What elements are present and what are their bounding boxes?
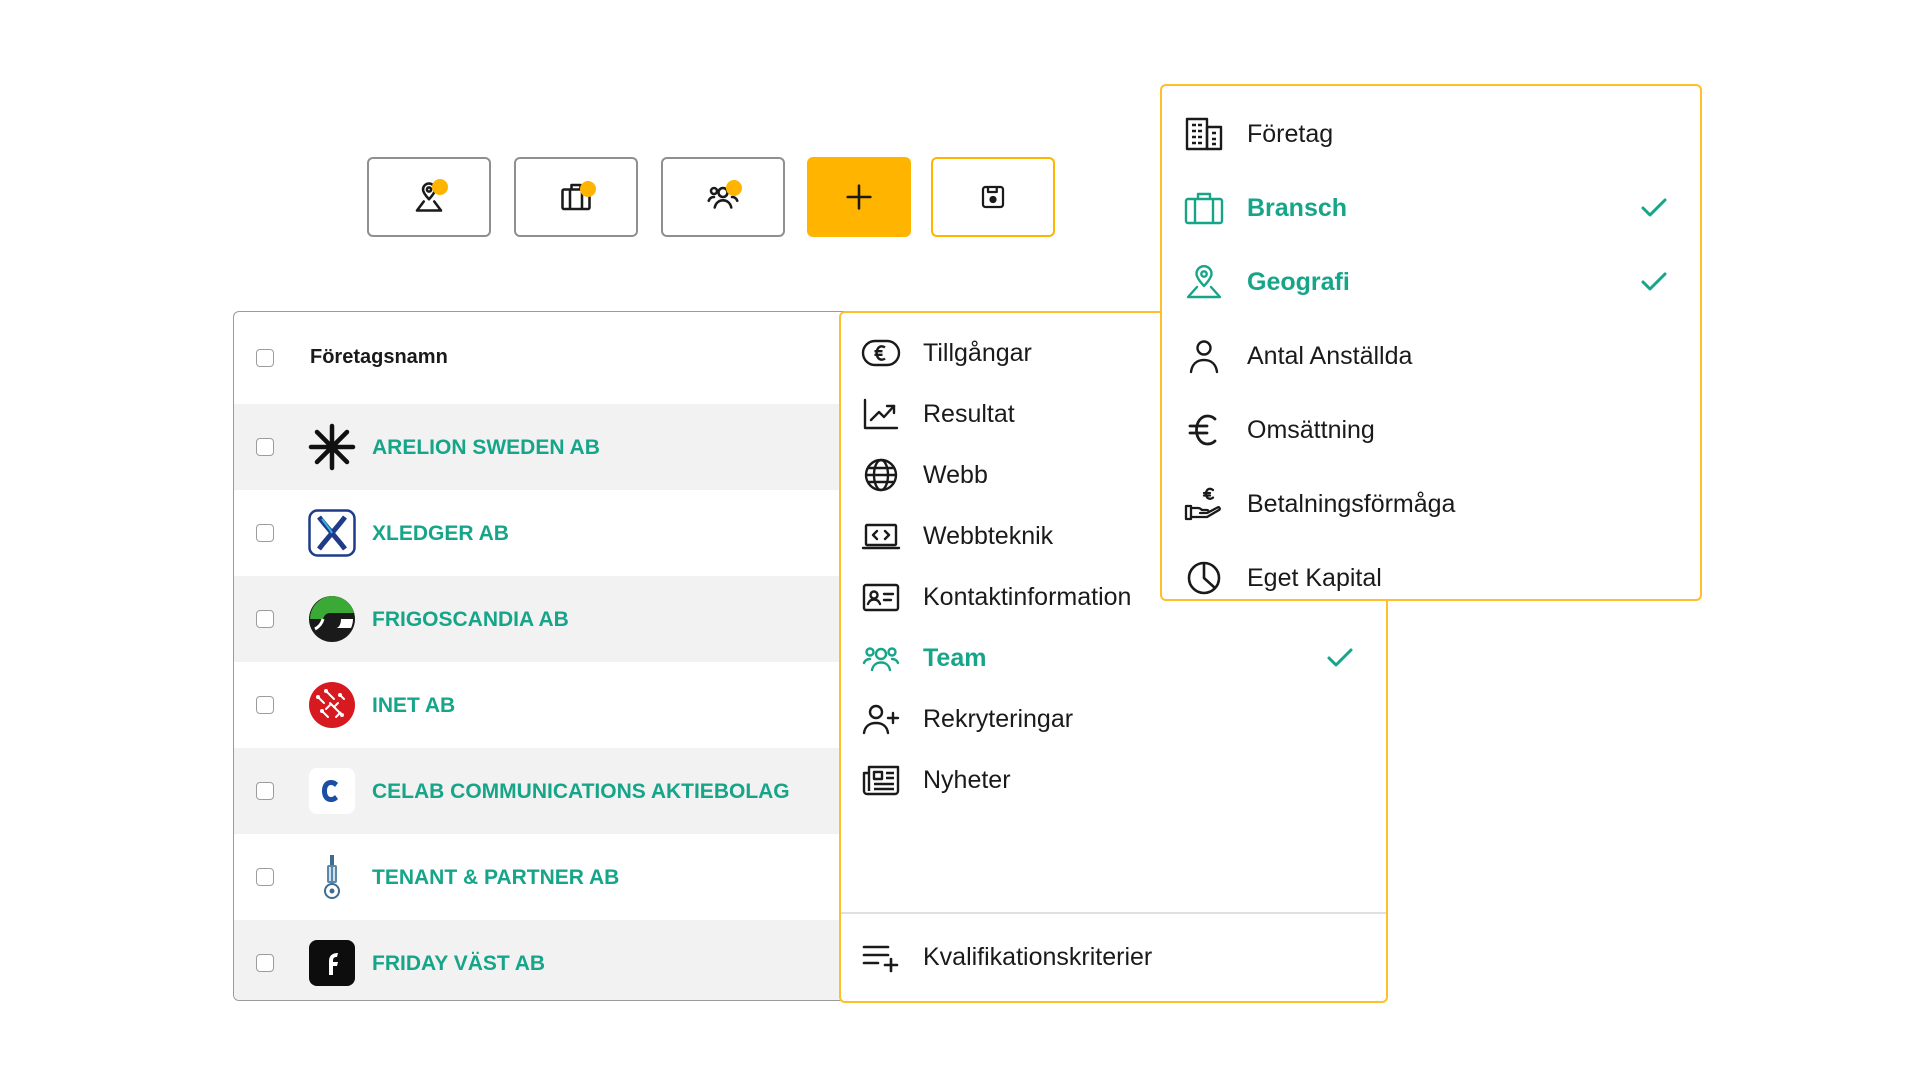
users-icon [861,640,901,676]
menu-item-rekryteringar[interactable]: Rekryteringar [841,689,1386,749]
xledger-logo [308,509,356,557]
filter-badge [580,181,596,197]
menu-item-label: Team [923,644,987,672]
trend-chart-icon [861,396,901,432]
row-checkbox[interactable] [256,954,274,972]
globe-icon [861,457,901,493]
company-name-link[interactable]: XLEDGER AB [372,522,509,546]
table-row[interactable]: FRIGOSCANDIA AB [234,576,852,662]
filter-badge [726,180,742,196]
menu-item-label: Resultat [923,400,1015,428]
menu-item-label: Tillgångar [923,339,1032,367]
team-filter-button[interactable] [661,157,785,237]
menu-item-antal-anstallda[interactable]: Antal Anställda [1162,326,1700,386]
contact-card-icon [861,579,901,615]
row-checkbox[interactable] [256,868,274,886]
menu-item-label: Webb [923,461,988,489]
euro-icon [1184,412,1224,448]
row-checkbox[interactable] [256,696,274,714]
menu-item-eget-kapital[interactable]: Eget Kapital [1162,548,1700,608]
menu-item-label: Betalningsförmåga [1247,490,1456,518]
company-name-link[interactable]: FRIDAY VÄST AB [372,952,545,976]
select-all-checkbox[interactable] [256,349,274,367]
hand-coin-icon [1184,486,1224,522]
menu-item-label: Bransch [1247,194,1348,222]
menu-item-bransch[interactable]: Bransch [1162,178,1700,238]
category-menu: Företag Bransch Geografi Antal Anställda… [1160,84,1702,601]
company-name-link[interactable]: INET AB [372,694,455,718]
menu-divider [841,912,1386,914]
table-row[interactable]: XLEDGER AB [234,490,852,576]
euro-coin-icon [861,335,901,371]
check-icon [1638,266,1670,298]
pie-chart-icon [1184,560,1224,596]
menu-item-foretag[interactable]: Företag [1162,104,1700,164]
table-row[interactable]: CELAB COMMUNICATIONS AKTIEBOLAG [234,748,852,834]
table-row[interactable]: ARELION SWEDEN AB [234,404,852,490]
arelion-logo [308,423,356,471]
user-icon [1184,338,1224,374]
table-row[interactable]: INET AB [234,662,852,748]
menu-item-label: Omsättning [1247,416,1375,444]
menu-item-nyheter[interactable]: Nyheter [841,750,1386,810]
menu-item-label: Rekryteringar [923,705,1074,733]
save-button[interactable] [931,157,1055,237]
menu-item-geografi[interactable]: Geografi [1162,252,1700,312]
row-checkbox[interactable] [256,782,274,800]
column-header-company-name: Företagsnamn [310,346,448,368]
code-laptop-icon [861,518,901,554]
menu-item-omsattning[interactable]: Omsättning [1162,400,1700,460]
menu-item-label: Webbteknik [923,522,1054,550]
menu-item-label: Antal Anställda [1247,342,1413,370]
menu-item-label: Kontaktinformation [923,583,1132,611]
table-row[interactable]: FRIDAY VÄST AB [234,920,852,1000]
menu-item-betalningsformaga[interactable]: Betalningsförmåga [1162,474,1700,534]
building-icon [1184,116,1224,152]
geography-filter-button[interactable] [367,157,491,237]
menu-item-label: Eget Kapital [1247,564,1382,592]
plus-icon [842,180,876,214]
newspaper-icon [861,762,901,798]
company-name-link[interactable]: ARELION SWEDEN AB [372,436,600,460]
add-button[interactable] [807,157,911,237]
filter-badge [432,179,448,195]
menu-item-kvalifikationskriterier[interactable]: Kvalifikationskriterier [841,927,1386,987]
celab-logo [308,767,356,815]
company-name-link[interactable]: FRIGOSCANDIA AB [372,608,569,632]
row-checkbox[interactable] [256,438,274,456]
company-name-link[interactable]: CELAB COMMUNICATIONS AKTIEBOLAG [372,780,790,804]
menu-item-label: Geografi [1247,268,1350,296]
row-checkbox[interactable] [256,610,274,628]
tenant-logo [308,853,356,901]
row-checkbox[interactable] [256,524,274,542]
frigoscandia-logo [308,595,356,643]
menu-item-label: Nyheter [923,766,1011,794]
company-table: Företagsnamn ARELION SWEDEN AB XLEDGER A… [233,311,853,1001]
list-plus-icon [861,939,901,975]
table-header: Företagsnamn [234,312,852,402]
friday-logo [308,939,356,987]
save-icon [978,182,1008,212]
company-name-link[interactable]: TENANT & PARTNER AB [372,866,619,890]
inet-logo [308,681,356,729]
menu-item-label: Företag [1247,120,1334,148]
menu-item-label: Kvalifikationskriterier [923,943,1153,971]
menu-item-team[interactable]: Team [841,628,1386,688]
industry-filter-button[interactable] [514,157,638,237]
user-plus-icon [861,701,901,737]
table-row[interactable]: TENANT & PARTNER AB [234,834,852,920]
map-pin-icon [1184,264,1224,300]
briefcase-icon [1184,190,1224,226]
check-icon [1324,642,1356,674]
check-icon [1638,192,1670,224]
